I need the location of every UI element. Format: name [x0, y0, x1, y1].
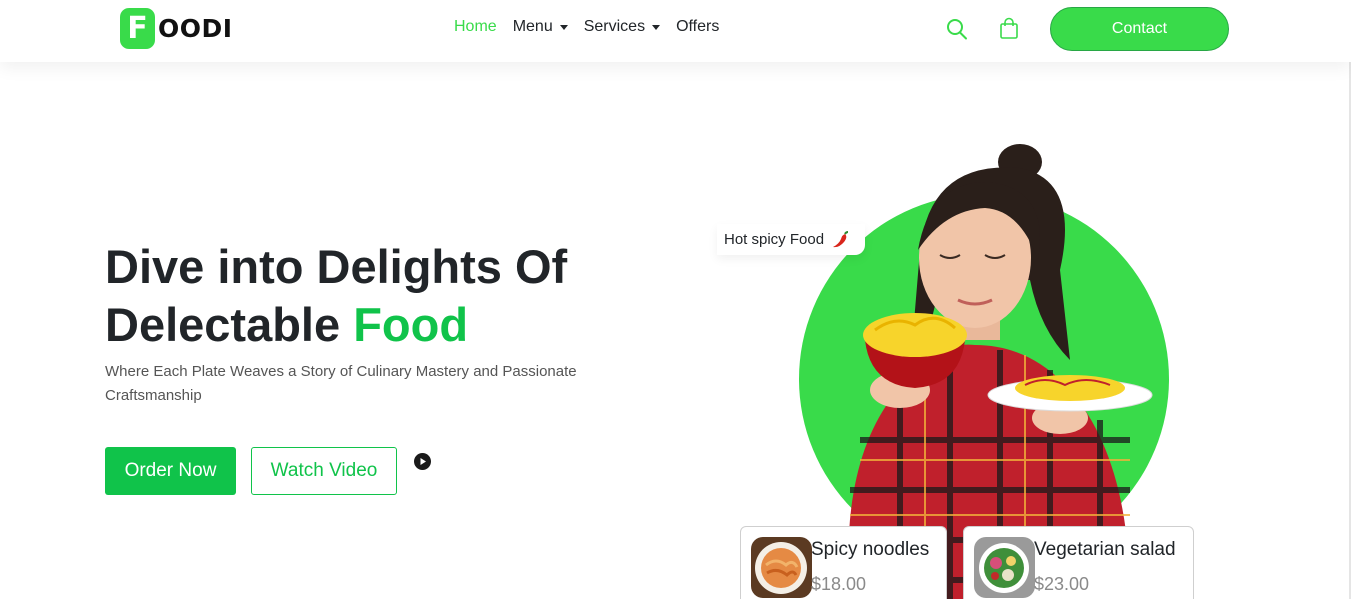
- main-nav: Home Menu Services Offers: [454, 18, 735, 36]
- play-icon: [414, 453, 431, 470]
- play-button[interactable]: [414, 453, 431, 470]
- brand-logo[interactable]: F OODI: [120, 8, 233, 49]
- contact-button[interactable]: Contact: [1050, 7, 1229, 51]
- page: F OODI Home Menu Services Offers Contact…: [0, 0, 1351, 599]
- hero-title-line2: Delectable: [105, 298, 341, 351]
- cart-button[interactable]: [998, 17, 1020, 41]
- hero-subtitle: Where Each Plate Weaves a Story of Culin…: [105, 363, 577, 404]
- nav-offers[interactable]: Offers: [676, 18, 719, 36]
- nav-home-label: Home: [454, 18, 497, 35]
- order-now-button[interactable]: Order Now: [105, 447, 236, 495]
- logo-text: OODI: [158, 14, 233, 43]
- hero-title-accent: Food: [353, 298, 469, 351]
- hero-title-line1: Dive into Delights Of: [105, 240, 568, 293]
- nav-offers-label: Offers: [676, 18, 720, 35]
- hero-title: Dive into Delights Of Delectable Food: [105, 238, 665, 354]
- chevron-down-icon: [559, 24, 568, 30]
- food-name: Vegetarian salad: [1034, 539, 1176, 560]
- food-card-spicy-noodles[interactable]: Spicy noodles $18.00: [740, 526, 947, 599]
- hot-spicy-tag: Hot spicy Food: [717, 224, 865, 255]
- nav-services[interactable]: Services: [583, 18, 661, 36]
- chili-pepper-icon: [833, 230, 849, 247]
- nav-home[interactable]: Home: [454, 18, 497, 36]
- nav-menu-label: Menu: [512, 18, 553, 35]
- food-name: Spicy noodles: [811, 539, 930, 560]
- food-price: $18.00: [811, 574, 867, 594]
- nav-services-label: Services: [583, 18, 646, 35]
- tag-label: Hot spicy Food: [724, 231, 825, 248]
- search-icon: [947, 19, 967, 40]
- food-price: $23.00: [1034, 574, 1090, 594]
- navbar: F OODI Home Menu Services Offers Contact: [0, 0, 1351, 62]
- shopping-bag-icon: [1000, 17, 1018, 39]
- food-thumbnail: [751, 537, 812, 598]
- nav-menu[interactable]: Menu: [513, 18, 568, 36]
- food-card-vegetarian-salad[interactable]: Vegetarian salad $23.00: [963, 526, 1194, 599]
- logo-mark: F: [120, 8, 155, 49]
- chevron-down-icon: [652, 24, 661, 30]
- food-thumbnail: [974, 537, 1035, 598]
- search-button[interactable]: [946, 17, 968, 41]
- watch-video-button[interactable]: Watch Video: [251, 447, 397, 495]
